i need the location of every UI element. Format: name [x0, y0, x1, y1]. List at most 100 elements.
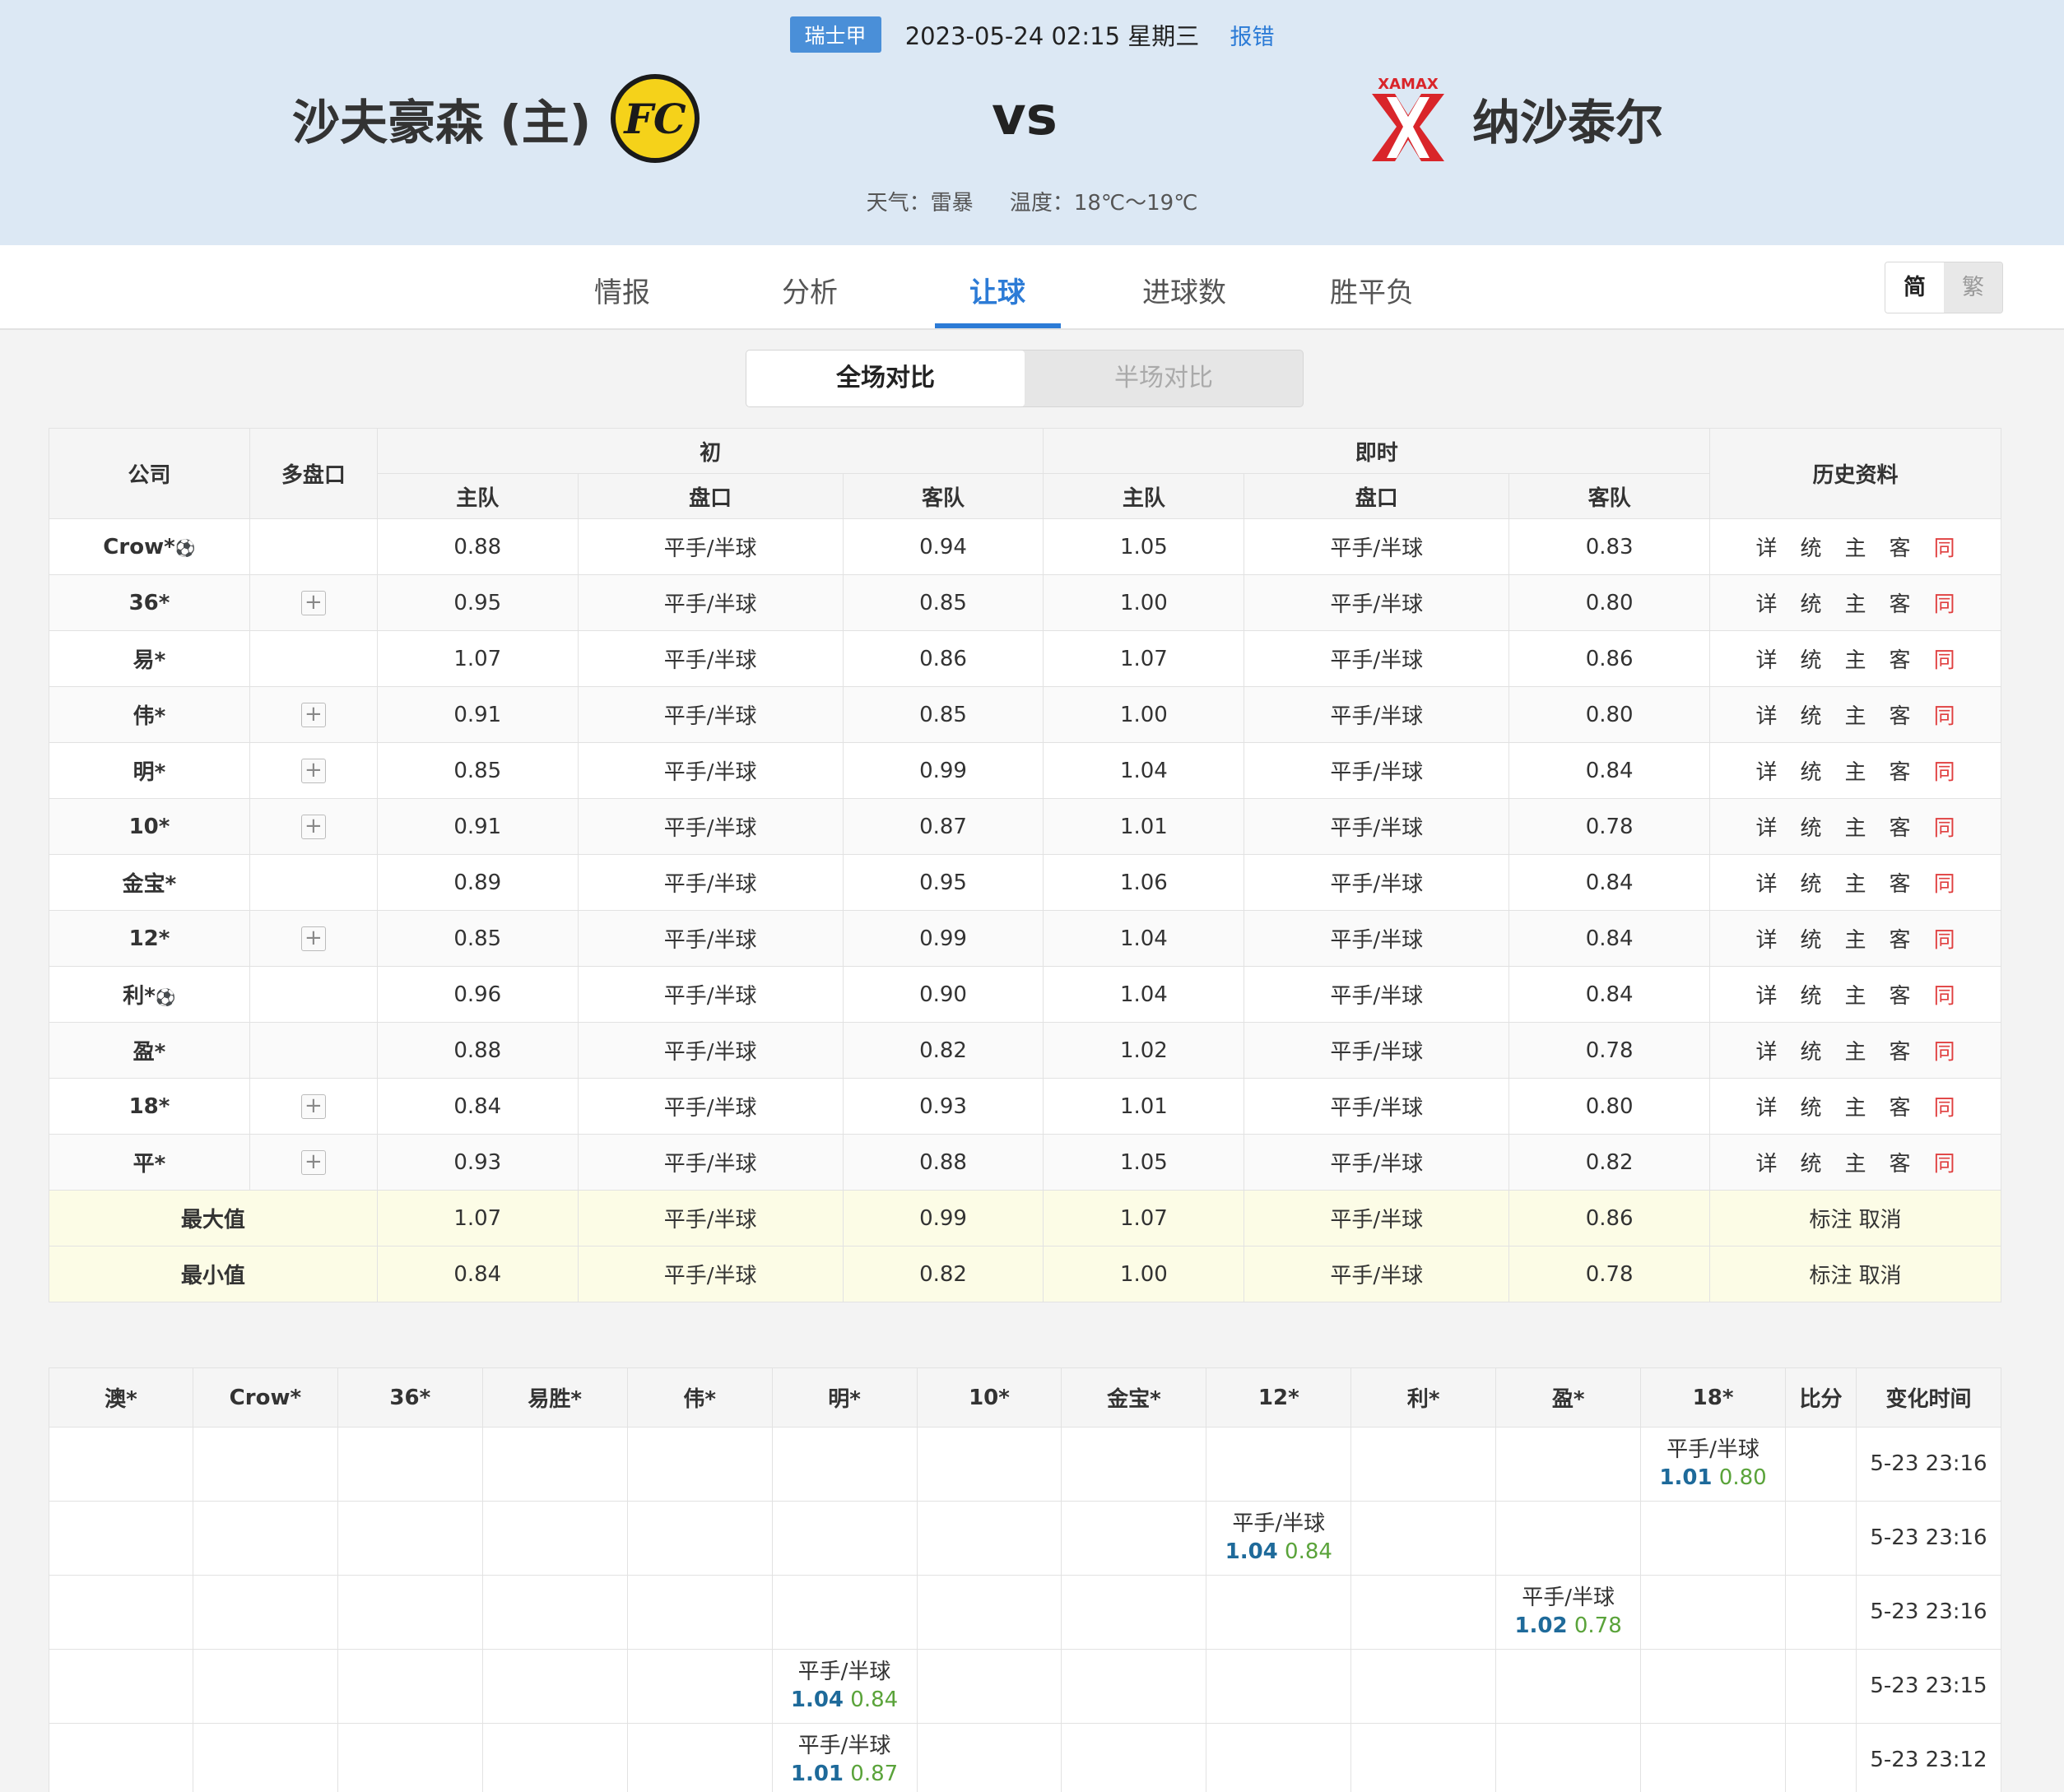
mark-cancel-action[interactable]: 标注 取消: [1709, 1246, 2001, 1302]
league-badge[interactable]: 瑞士甲: [789, 16, 881, 53]
history-link-same[interactable]: 同: [1934, 704, 1955, 729]
tab-analysis[interactable]: 分析: [782, 270, 838, 310]
mark-cancel-action[interactable]: 标注 取消: [1709, 1190, 2001, 1247]
initial-line: 平手/半球: [577, 1078, 844, 1135]
history-link-detail[interactable]: 详: [1756, 984, 1778, 1009]
history-link-detail[interactable]: 详: [1756, 704, 1778, 729]
half-match-compare-button[interactable]: 半场对比: [1025, 351, 1303, 406]
simplified-chinese-button[interactable]: 简: [1885, 262, 1944, 313]
history-link-detail[interactable]: 详: [1756, 1040, 1778, 1065]
live-away-odds: 0.84: [1508, 854, 1711, 911]
history-link-away[interactable]: 客: [1890, 592, 1911, 617]
history-link-home[interactable]: 主: [1845, 592, 1866, 617]
history-link-home[interactable]: 主: [1845, 816, 1866, 841]
history-link-detail[interactable]: 详: [1756, 816, 1778, 841]
home-team-logo: FC: [611, 74, 700, 163]
history-link-stats[interactable]: 统: [1801, 648, 1822, 673]
history-link-home[interactable]: 主: [1845, 984, 1866, 1009]
history-link-away[interactable]: 客: [1890, 1040, 1911, 1065]
expand-plus-icon[interactable]: +: [300, 1094, 326, 1119]
history-link-away[interactable]: 客: [1890, 984, 1911, 1009]
tab-1x2[interactable]: 胜平负: [1330, 270, 1414, 310]
history-link-same[interactable]: 同: [1934, 816, 1955, 841]
history-link-away[interactable]: 客: [1890, 536, 1911, 561]
full-match-compare-button[interactable]: 全场对比: [746, 351, 1025, 406]
history-link-home[interactable]: 主: [1845, 1152, 1866, 1177]
expand-plus-icon[interactable]: +: [300, 759, 326, 783]
history-link-detail[interactable]: 详: [1756, 1096, 1778, 1121]
history-link-away[interactable]: 客: [1890, 1152, 1911, 1177]
initial-away-odds: 0.99: [842, 1190, 1044, 1247]
history-link-home[interactable]: 主: [1845, 1096, 1866, 1121]
history-link-away[interactable]: 客: [1890, 1096, 1911, 1121]
expand-plus-icon[interactable]: +: [300, 926, 326, 951]
history-link-same[interactable]: 同: [1934, 984, 1955, 1009]
history-link-stats[interactable]: 统: [1801, 928, 1822, 953]
history-link-stats[interactable]: 统: [1801, 1040, 1822, 1065]
history-link-detail[interactable]: 详: [1756, 1152, 1778, 1177]
history-link-away[interactable]: 客: [1890, 816, 1911, 841]
change-cell: [1640, 1501, 1786, 1576]
history-link-detail[interactable]: 详: [1756, 760, 1778, 785]
history-link-stats[interactable]: 统: [1801, 704, 1822, 729]
history-link-away[interactable]: 客: [1890, 872, 1911, 897]
history-link-same[interactable]: 同: [1934, 928, 1955, 953]
history-link-detail[interactable]: 详: [1756, 592, 1778, 617]
history-link-home[interactable]: 主: [1845, 704, 1866, 729]
history-link-away[interactable]: 客: [1890, 648, 1911, 673]
home-team[interactable]: 沙夫豪森 (主) FC: [292, 69, 701, 168]
company-cell: 平*: [49, 1134, 250, 1191]
expand-plus-icon[interactable]: +: [300, 815, 326, 839]
history-link-detail[interactable]: 详: [1756, 536, 1778, 561]
company-name: 10*: [128, 814, 170, 839]
expand-plus-icon[interactable]: +: [300, 591, 326, 615]
change-cell: [916, 1501, 1062, 1576]
history-link-same[interactable]: 同: [1934, 1096, 1955, 1121]
history-link-home[interactable]: 主: [1845, 872, 1866, 897]
history-link-stats[interactable]: 统: [1801, 872, 1822, 897]
multi-line-cell: +: [249, 686, 378, 743]
initial-line: 平手/半球: [577, 1134, 844, 1191]
history-link-stats[interactable]: 统: [1801, 536, 1822, 561]
history-link-same[interactable]: 同: [1934, 760, 1955, 785]
history-link-home[interactable]: 主: [1845, 1040, 1866, 1065]
history-link-home[interactable]: 主: [1845, 928, 1866, 953]
history-link-same[interactable]: 同: [1934, 872, 1955, 897]
history-link-detail[interactable]: 详: [1756, 648, 1778, 673]
tab-total-goals[interactable]: 进球数: [1142, 270, 1226, 310]
change-cell: [192, 1649, 338, 1724]
change-cell: [192, 1427, 338, 1502]
change-time: 5-23 23:15: [1855, 1649, 2002, 1724]
history-link-same[interactable]: 同: [1934, 592, 1955, 617]
expand-plus-icon[interactable]: +: [300, 703, 326, 727]
history-link-detail[interactable]: 详: [1756, 928, 1778, 953]
history-link-stats[interactable]: 统: [1801, 1152, 1822, 1177]
tab-handicap[interactable]: 让球: [969, 270, 1025, 310]
history-link-same[interactable]: 同: [1934, 1040, 1955, 1065]
history-link-home[interactable]: 主: [1845, 536, 1866, 561]
history-link-stats[interactable]: 统: [1801, 760, 1822, 785]
history-link-away[interactable]: 客: [1890, 760, 1911, 785]
change-cell: [1206, 1427, 1352, 1502]
history-link-stats[interactable]: 统: [1801, 816, 1822, 841]
history-link-stats[interactable]: 统: [1801, 1096, 1822, 1121]
history-link-same[interactable]: 同: [1934, 1152, 1955, 1177]
change-cell: [1785, 1427, 1857, 1502]
history-link-stats[interactable]: 统: [1801, 984, 1822, 1009]
report-error-link[interactable]: 报错: [1230, 25, 1275, 50]
history-link-home[interactable]: 主: [1845, 760, 1866, 785]
history-link-detail[interactable]: 详: [1756, 872, 1778, 897]
change-cell: [49, 1649, 193, 1724]
history-link-same[interactable]: 同: [1934, 648, 1955, 673]
history-link-stats[interactable]: 统: [1801, 592, 1822, 617]
away-team[interactable]: XAMAX 纳沙泰尔: [1362, 69, 1663, 168]
history-link-away[interactable]: 客: [1890, 704, 1911, 729]
history-link-away[interactable]: 客: [1890, 928, 1911, 953]
history-link-home[interactable]: 主: [1845, 648, 1866, 673]
odds-row: 平* +0.93 平手/半球 0.88 1.05 平手/半球 0.82 详统主客同: [49, 1134, 2001, 1191]
tab-intel[interactable]: 情报: [594, 270, 650, 310]
expand-plus-icon[interactable]: +: [300, 1150, 326, 1175]
live-line: 平手/半球: [1244, 1078, 1510, 1135]
traditional-chinese-button[interactable]: 繁: [1944, 262, 2002, 313]
history-link-same[interactable]: 同: [1934, 536, 1955, 561]
